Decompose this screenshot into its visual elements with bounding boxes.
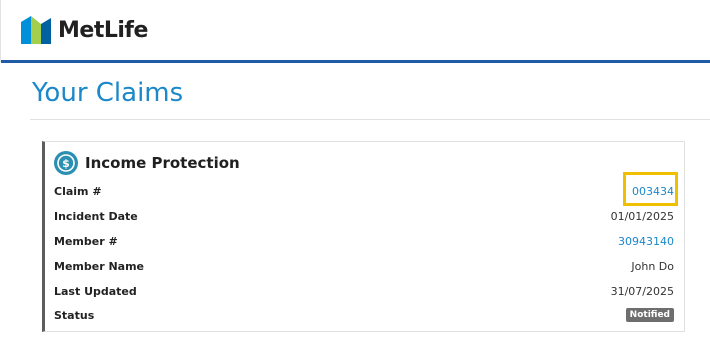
status-label: Status (54, 308, 95, 322)
claim-card-header: $ Income Protection (54, 151, 240, 175)
claim-number-row: Claim # 003434 (54, 172, 678, 206)
svg-text:$: $ (62, 157, 70, 170)
member-name-row: Member Name John Do (54, 256, 674, 276)
metlife-logo[interactable]: MetLife (21, 16, 148, 44)
member-number-link[interactable]: 30943140 (618, 235, 674, 248)
last-updated-row: Last Updated 31/07/2025 (54, 281, 674, 301)
site-header: MetLife (0, 0, 710, 63)
member-number-row: Member # 30943140 (54, 231, 674, 251)
page-title: Your Claims (32, 78, 184, 108)
status-badge: Notified (625, 308, 674, 322)
header-divider (1, 60, 710, 63)
status-row: Status Notified (54, 305, 674, 325)
incident-date-label: Incident Date (54, 209, 138, 223)
last-updated-label: Last Updated (54, 284, 137, 298)
claim-card: $ Income Protection Claim # 003434 Incid… (42, 141, 685, 332)
member-name-label: Member Name (54, 259, 145, 273)
incident-date-value: 01/01/2025 (610, 209, 674, 223)
claim-number-label: Claim # (54, 184, 102, 198)
member-name-value: John Do (631, 259, 674, 273)
incident-date-row: Incident Date 01/01/2025 (54, 206, 674, 226)
claim-number-highlight (623, 172, 678, 206)
metlife-logo-mark-icon (21, 16, 51, 44)
dollar-circle-icon: $ (54, 151, 78, 175)
title-divider (30, 119, 710, 120)
last-updated-value: 31/07/2025 (610, 284, 674, 298)
member-number-label: Member # (54, 234, 118, 248)
claim-card-title: Income Protection (85, 154, 240, 172)
logo-wordmark: MetLife (58, 17, 148, 43)
